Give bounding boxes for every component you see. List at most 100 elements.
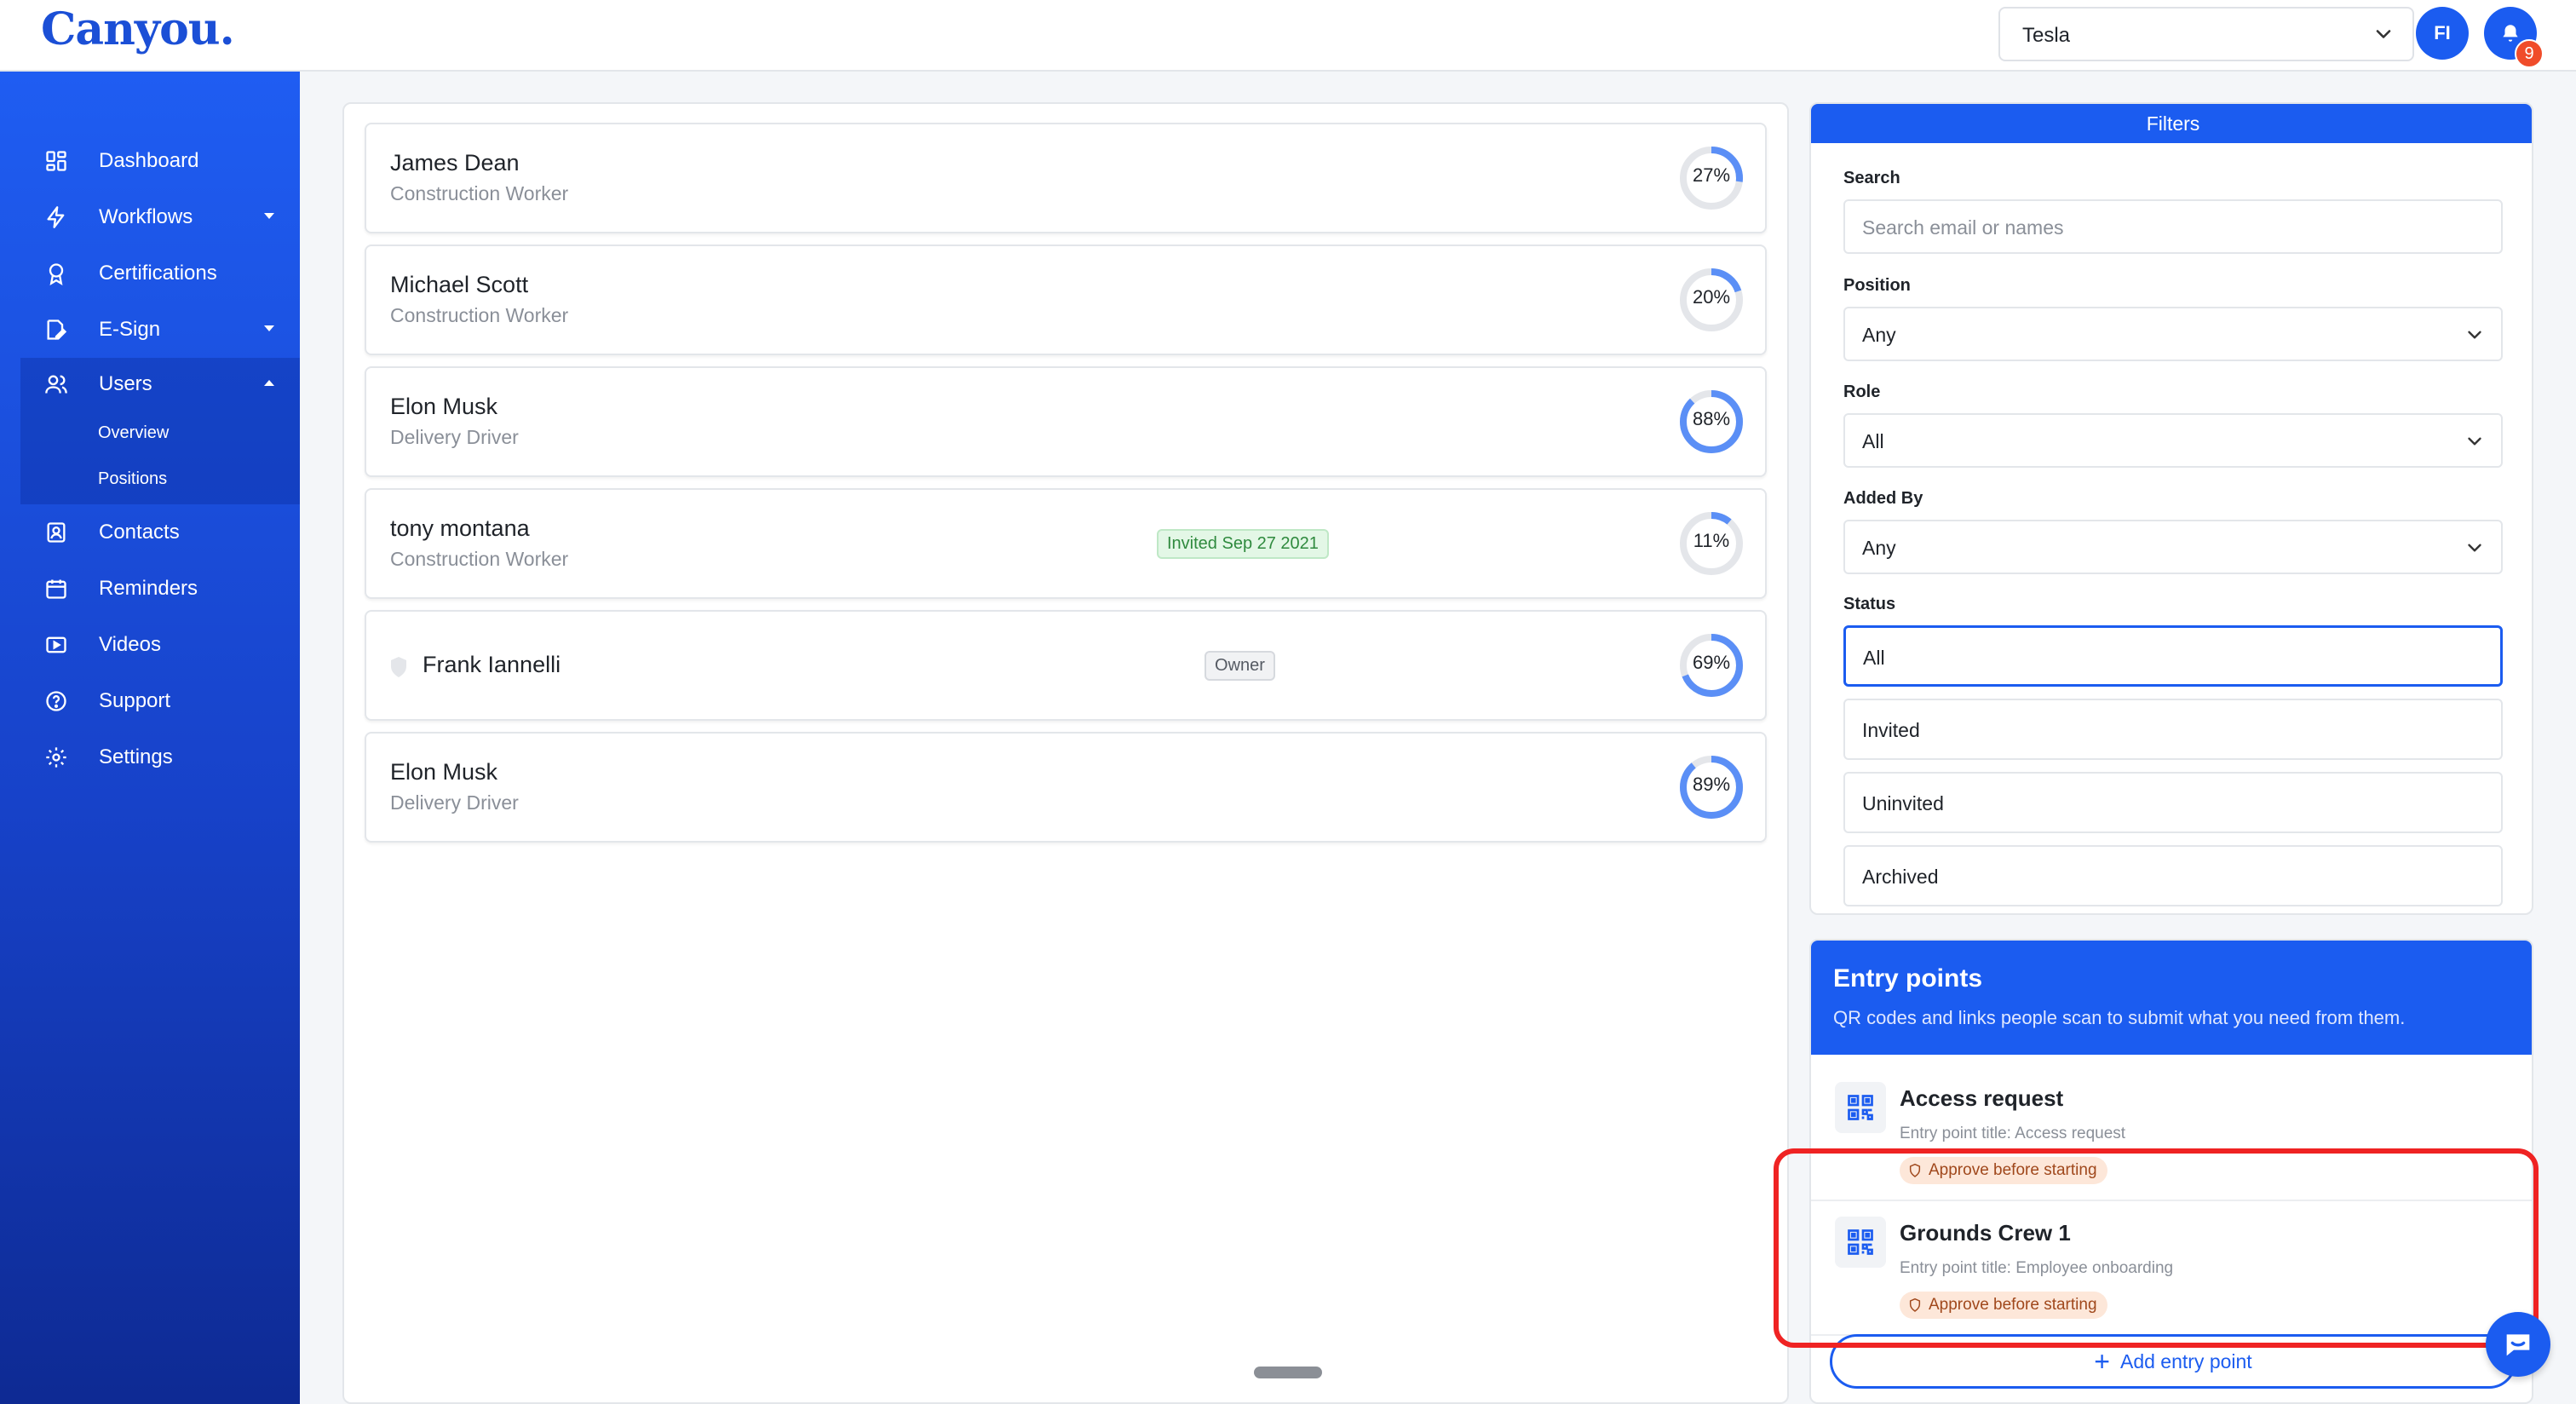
sidebar-item-videos[interactable]: Videos: [20, 619, 300, 671]
search-input[interactable]: Search email or names: [1843, 199, 2503, 254]
sidebar-item-contacts[interactable]: Contacts: [20, 506, 300, 559]
sidebar-subitem-positions[interactable]: Positions: [98, 469, 167, 489]
owner-badge: Owner: [1205, 651, 1275, 681]
calendar-icon: [41, 573, 72, 604]
progress-label: 20%: [1692, 286, 1731, 308]
chevron-down-icon: [2376, 30, 2391, 38]
logo[interactable]: Canyou.: [41, 3, 235, 55]
entry-point-name: Access request: [1900, 1085, 2064, 1111]
add-entry-point-label: Add entry point: [2119, 1349, 2252, 1372]
qr-code-icon: [1835, 1082, 1886, 1133]
sidebar-item-certifications[interactable]: Certifications: [20, 247, 300, 300]
chat-icon: [2506, 1334, 2530, 1356]
dashboard-icon: [41, 146, 72, 176]
status-option-invited[interactable]: Invited: [1843, 699, 2503, 760]
user-name: Frank Iannelli: [423, 652, 561, 677]
position-label: Position: [1843, 276, 1911, 295]
user-row[interactable]: James Dean Construction Worker 27%: [365, 123, 1767, 233]
top-bar: Canyou. Tesla FI 9: [0, 0, 2576, 72]
user-row[interactable]: Frank Iannelli Owner 69%: [365, 610, 1767, 721]
user-row[interactable]: Elon Musk Delivery Driver 88%: [365, 366, 1767, 477]
bolt-icon: [41, 202, 72, 233]
role-label: Role: [1843, 383, 1881, 401]
chevron-down-icon: [2468, 544, 2481, 552]
role-select[interactable]: All: [1843, 413, 2503, 468]
progress-label: 69%: [1692, 652, 1731, 673]
progress-label: 89%: [1692, 774, 1731, 795]
sidebar-item-label: Settings: [99, 745, 173, 768]
scroll-handle[interactable]: [1254, 1367, 1322, 1378]
invited-badge: Invited Sep 27 2021: [1157, 529, 1329, 559]
role-value: All: [1862, 430, 1884, 452]
added-by-select[interactable]: Any: [1843, 520, 2503, 574]
user-role: Delivery Driver: [390, 426, 519, 448]
user-row[interactable]: tony montana Construction Worker Invited…: [365, 488, 1767, 599]
caret-down-icon: [264, 325, 274, 331]
users-icon: [41, 369, 72, 400]
status-option-uninvited[interactable]: Uninvited: [1843, 772, 2503, 833]
sidebar-subitem-overview[interactable]: Overview: [98, 423, 169, 443]
sidebar-item-settings[interactable]: Settings: [20, 731, 300, 784]
sidebar-item-users[interactable]: Users: [20, 358, 300, 411]
user-role: Construction Worker: [390, 548, 569, 570]
chat-button[interactable]: [2486, 1312, 2550, 1377]
status-option-all[interactable]: All: [1843, 625, 2503, 687]
caret-up-icon: [264, 380, 274, 386]
sidebar-item-esign[interactable]: E-Sign: [20, 303, 300, 356]
chevron-down-icon: [2468, 437, 2481, 446]
shield-icon: [391, 657, 406, 677]
user-name: Elon Musk: [390, 759, 498, 785]
user-role: Delivery Driver: [390, 791, 519, 814]
help-icon: [41, 686, 72, 716]
bell-icon: [2503, 25, 2518, 42]
entry-points-subtitle: QR codes and links people scan to submit…: [1833, 1007, 2406, 1028]
sidebar-item-label: Support: [99, 689, 171, 712]
progress-label: 88%: [1692, 408, 1731, 429]
filters-panel: Filters Search Search email or names Pos…: [1809, 102, 2533, 915]
sidebar-item-dashboard[interactable]: Dashboard: [20, 135, 300, 187]
status-option-label: Uninvited: [1862, 792, 1944, 814]
sidebar-item-label: Contacts: [99, 521, 180, 544]
plus-icon: +: [2094, 1346, 2110, 1377]
sidebar-item-support[interactable]: Support: [20, 675, 300, 728]
entry-points-title: Entry points: [1833, 964, 1983, 993]
status-option-label: All: [1863, 647, 1885, 669]
sidebar-item-label: Videos: [99, 633, 161, 656]
sidebar-item-label: Certifications: [99, 262, 217, 285]
entry-points-header: Entry points QR codes and links people s…: [1811, 941, 2532, 1055]
status-label: Status: [1843, 595, 1896, 613]
user-name: Michael Scott: [390, 272, 529, 297]
company-select[interactable]: Tesla: [1998, 7, 2414, 61]
status-option-label: Archived: [1862, 866, 1939, 888]
avatar[interactable]: FI: [2416, 7, 2469, 60]
position-select[interactable]: Any: [1843, 307, 2503, 361]
sidebar-item-label: E-Sign: [99, 318, 161, 341]
filters-title: Filters: [1811, 104, 2532, 143]
app-root: Canyou. Tesla FI 9 Dashboard Workflows C…: [0, 0, 2576, 1404]
user-name: tony montana: [390, 515, 530, 541]
sidebar-item-workflows[interactable]: Workflows: [20, 191, 300, 244]
progress-label: 11%: [1693, 530, 1730, 551]
user-row[interactable]: Elon Musk Delivery Driver 89%: [365, 732, 1767, 843]
search-placeholder: Search email or names: [1862, 216, 2064, 239]
search-label: Search: [1843, 169, 1900, 187]
user-name: Elon Musk: [390, 394, 498, 419]
video-icon: [41, 630, 72, 660]
user-row[interactable]: Michael Scott Construction Worker 20%: [365, 245, 1767, 355]
sidebar-item-label: Reminders: [99, 577, 198, 600]
contacts-icon: [41, 517, 72, 548]
added-by-value: Any: [1862, 537, 1896, 559]
sidebar-item-label: Dashboard: [99, 149, 199, 172]
progress-label: 27%: [1692, 164, 1731, 186]
signature-icon: [41, 314, 72, 345]
added-by-label: Added By: [1843, 489, 1923, 508]
caret-down-icon: [264, 213, 274, 219]
user-role: Construction Worker: [390, 182, 569, 204]
notification-count-badge: 9: [2515, 39, 2544, 68]
sidebar-item-reminders[interactable]: Reminders: [20, 562, 300, 615]
highlight-box: [1774, 1148, 2539, 1348]
status-option-archived[interactable]: Archived: [1843, 845, 2503, 906]
sidebar-item-label: Workflows: [99, 205, 193, 228]
company-select-value: Tesla: [2022, 24, 2071, 47]
position-value: Any: [1862, 324, 1896, 346]
